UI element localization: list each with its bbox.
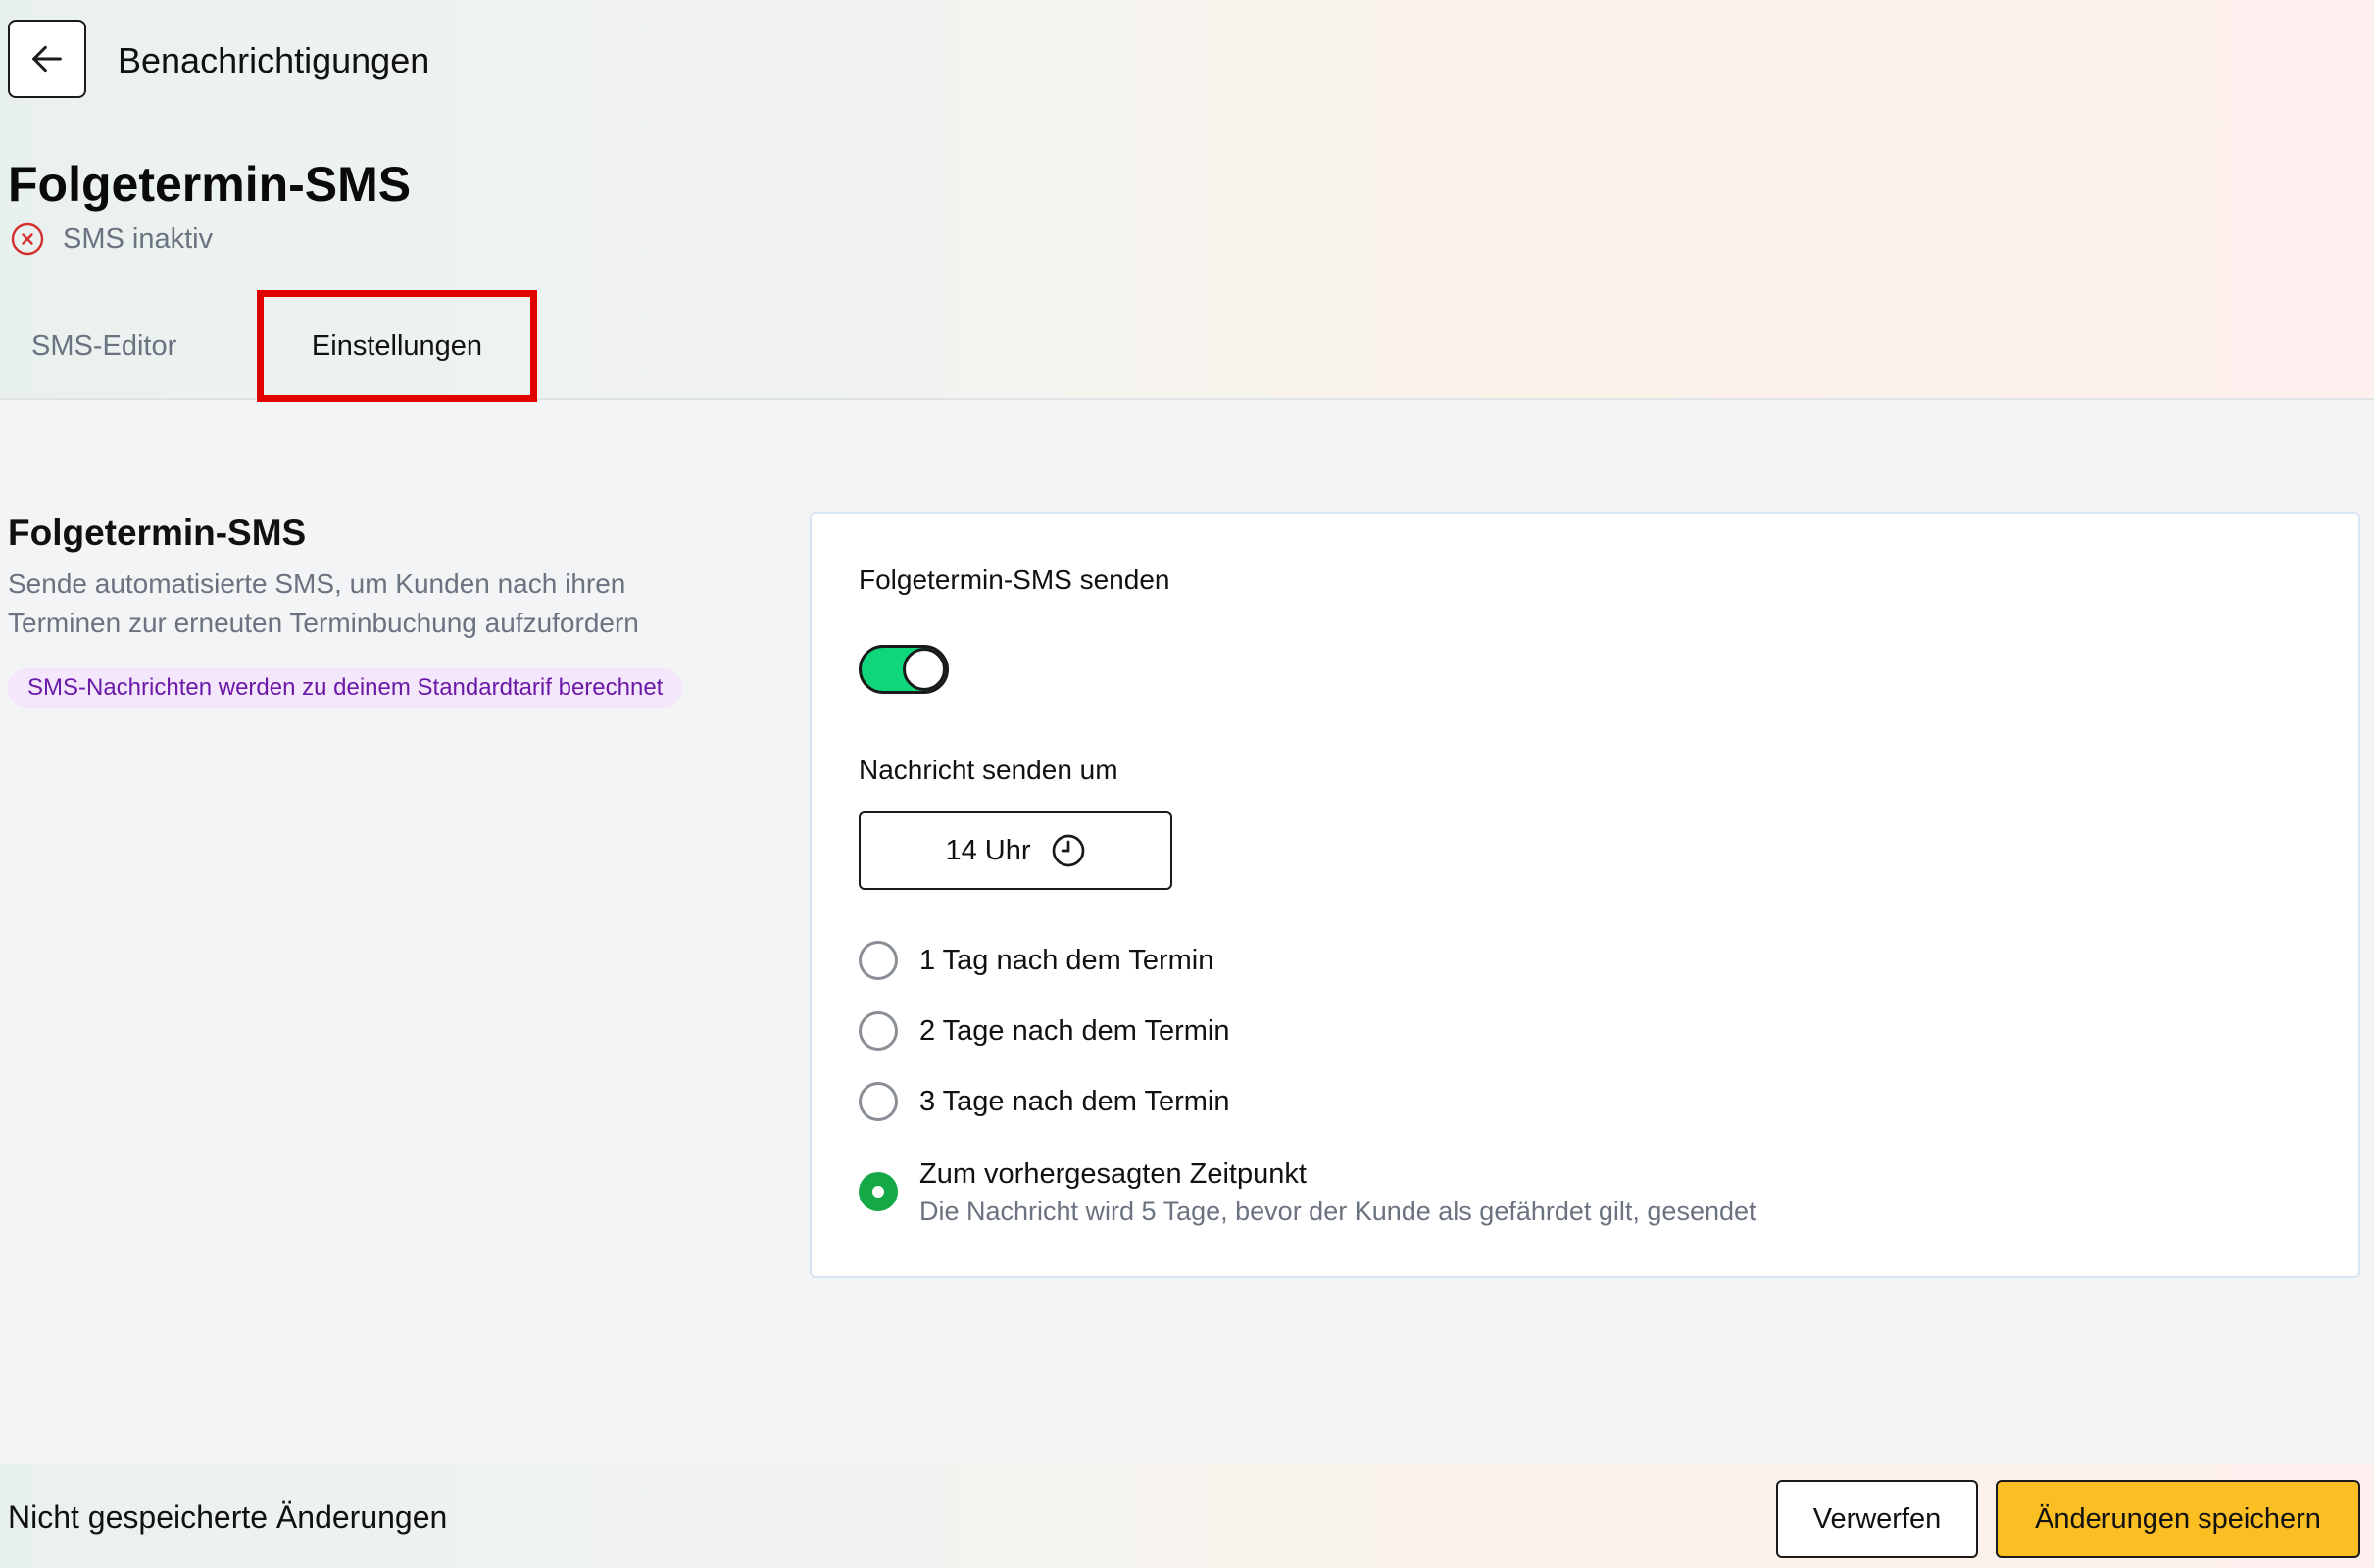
settings-card: Folgetermin-SMS senden Nachricht senden … (810, 512, 2360, 1278)
time-value: 14 Uhr (945, 834, 1031, 866)
status-text: SMS inaktiv (63, 222, 214, 255)
unsaved-changes-bar: Nicht gespeicherte Änderungen Verwerfen … (0, 1464, 2374, 1568)
tab-sms-editor[interactable]: SMS-Editor (31, 294, 176, 398)
save-changes-button[interactable]: Änderungen speichern (1996, 1480, 2360, 1558)
section-description: Sende automatisierte SMS, um Kunden nach… (8, 568, 639, 638)
radio-option-1-day[interactable]: 1 Tag nach dem Termin (859, 941, 1214, 980)
discard-button[interactable]: Verwerfen (1776, 1480, 1978, 1558)
page-title: Folgetermin-SMS (8, 157, 412, 212)
radio-button[interactable] (859, 1011, 898, 1051)
radio-option-3-days[interactable]: 3 Tage nach dem Termin (859, 1082, 1230, 1121)
section-title: Folgetermin-SMS (8, 513, 307, 553)
send-sms-toggle[interactable] (859, 645, 949, 694)
pricing-badge: SMS-Nachrichten werden zu deinem Standar… (8, 668, 683, 708)
status-indicator: SMS inaktiv (10, 221, 213, 257)
radio-label: 2 Tage nach dem Termin (919, 1015, 1230, 1047)
time-picker-button[interactable]: 14 Uhr (859, 811, 1172, 890)
back-button[interactable] (8, 20, 86, 98)
send-time-label: Nachricht senden um (859, 755, 1118, 785)
radio-label: Zum vorhergesagten Zeitpunkt (919, 1158, 1307, 1190)
toggle-knob (903, 648, 946, 691)
radio-button-checked[interactable] (859, 1172, 898, 1211)
radio-sublabel: Die Nachricht wird 5 Tage, bevor der Kun… (919, 1197, 1756, 1226)
radio-button[interactable] (859, 941, 898, 980)
send-sms-label: Folgetermin-SMS senden (859, 564, 1170, 595)
radio-option-predicted[interactable]: Zum vorhergesagten Zeitpunkt Die Nachric… (859, 1156, 1756, 1231)
clock-icon (1052, 834, 1084, 867)
page-header: Benachrichtigungen Folgetermin-SMS SMS i… (0, 0, 2374, 402)
radio-label: 1 Tag nach dem Termin (919, 945, 1214, 976)
x-circle-icon (11, 222, 44, 256)
tab-settings[interactable]: Einstellungen (257, 290, 537, 402)
breadcrumb: Benachrichtigungen (118, 40, 430, 80)
arrow-left-icon (32, 45, 62, 73)
radio-button[interactable] (859, 1082, 898, 1121)
radio-label: 3 Tage nach dem Termin (919, 1086, 1230, 1117)
radio-option-2-days[interactable]: 2 Tage nach dem Termin (859, 1011, 1230, 1051)
unsaved-changes-text: Nicht gespeicherte Änderungen (8, 1499, 448, 1535)
